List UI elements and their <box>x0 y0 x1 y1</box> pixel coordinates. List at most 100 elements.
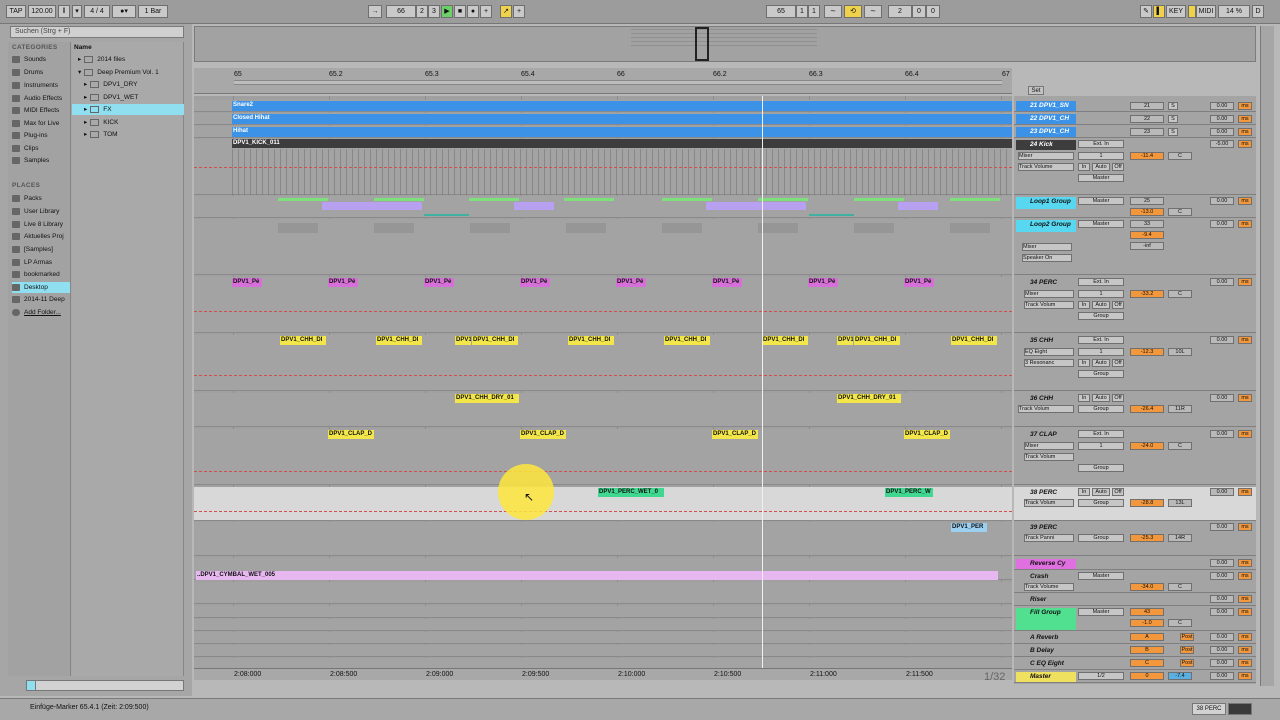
track-lane-37-clap[interactable]: DPV1_CLAP_D DPV1_CLAP_D DPV1_CLAP_D DPV1… <box>194 429 1012 485</box>
parameter-chooser[interactable]: Track Volume <box>1018 163 1074 171</box>
loop-brace[interactable] <box>234 80 1002 85</box>
arrangement-position-sixteenth[interactable]: 3 <box>428 5 440 18</box>
track-lane-riser[interactable] <box>194 606 1012 618</box>
track-header-39-perc[interactable]: 39 PERC Track Panni Group -25.3 14R 0.00… <box>1014 522 1256 556</box>
place-live-library[interactable]: Live 8 Library <box>12 219 63 230</box>
volume-field[interactable]: -24.0 <box>1130 442 1164 450</box>
master-track[interactable]: Master 1/2 0 -7.4 0.00 ms <box>1014 671 1256 683</box>
ms-button[interactable]: ms <box>1238 102 1252 110</box>
file-item[interactable]: ▸ 2014 files <box>78 54 184 65</box>
punch-in-icon[interactable]: ∼ <box>824 5 842 18</box>
solo-button[interactable]: S <box>1168 102 1178 110</box>
category-samples[interactable]: Samples <box>12 155 49 166</box>
track-header-loop1[interactable]: Loop1 Group Master 25 -13.0 C 0.00 ms <box>1014 196 1256 218</box>
file-item[interactable]: ▸ TOM <box>84 129 190 140</box>
loop-length-sixteenth[interactable]: 0 <box>926 5 940 18</box>
midi-clip[interactable]: Hihat <box>232 127 1012 137</box>
ms-button[interactable]: ms <box>1238 278 1252 286</box>
send-field[interactable]: 0.00 <box>1210 488 1234 496</box>
file-item[interactable]: ▾ Deep Premium Vol. 1 <box>78 67 184 78</box>
parameter-chooser[interactable]: Track Volum <box>1024 453 1074 461</box>
monitor-off-button[interactable]: Off <box>1112 394 1124 402</box>
volume-field[interactable]: -11.4 <box>1130 152 1164 160</box>
track-header[interactable]: 23 DPV1_CH 23 S 0.00 ms <box>1014 126 1256 138</box>
track-header[interactable]: 21 DPV1_SN 21 S 0.00 ms <box>1014 100 1256 112</box>
audio-clip[interactable]: DPV1_Pé <box>232 278 262 287</box>
send-field[interactable]: 0.00 <box>1210 102 1234 110</box>
ms-button[interactable]: ms <box>1238 633 1252 641</box>
audio-clip[interactable]: DPV1_CHH_DI <box>762 336 808 345</box>
volume-field[interactable]: 0 <box>1130 672 1164 680</box>
track-name[interactable]: 23 DPV1_CH <box>1016 127 1076 137</box>
monitor-auto-button[interactable]: Auto <box>1092 488 1110 496</box>
volume-field[interactable]: -26.4 <box>1130 405 1164 413</box>
post-button[interactable]: Post <box>1180 646 1194 654</box>
time-ruler[interactable]: 2:08:000 2:08:500 2:09:000 2:09:500 2:10… <box>194 668 1012 680</box>
audio-clip[interactable]: DPV1_PER <box>951 523 987 532</box>
file-item[interactable]: ▸ KICK <box>84 117 190 128</box>
track-name[interactable]: Riser <box>1016 595 1076 605</box>
pan-field[interactable]: C <box>1168 208 1192 216</box>
track-name[interactable]: 21 DPV1_SN <box>1016 101 1076 111</box>
parameter-chooser[interactable]: Track Volum <box>1024 301 1074 309</box>
audio-clip[interactable]: DPV1_CHH_DI <box>376 336 422 345</box>
track-name[interactable]: Fill Group <box>1016 608 1076 630</box>
audio-clip[interactable]: DPV1_CHH_DI <box>280 336 326 345</box>
send-field[interactable]: 0.00 <box>1210 115 1234 123</box>
return-lane-a[interactable] <box>194 632 1012 644</box>
send-field[interactable]: 0.00 <box>1210 572 1234 580</box>
ms-button[interactable]: ms <box>1238 659 1252 667</box>
cue-ratio-chooser[interactable]: 1/2 <box>1078 672 1124 680</box>
arrangement-view[interactable]: Snare2 Closed Hihat Hihat DPV1_KICK_011 … <box>194 96 1012 680</box>
solo-button[interactable]: S <box>1168 128 1178 136</box>
volume-field[interactable]: -13.0 <box>1130 208 1164 216</box>
track-header-kick[interactable]: 24 Kick Mixer Track Volume Ext. In 1 In … <box>1014 139 1256 195</box>
audio-clip[interactable]: DPV1_CHH_DI <box>854 336 900 345</box>
track-lane[interactable]: Closed Hihat <box>194 113 1012 125</box>
audio-clip[interactable]: DPV1_CLAP_D <box>712 430 758 439</box>
send-field[interactable]: 0.00 <box>1210 595 1234 603</box>
track-lane-loop2[interactable] <box>194 219 1012 275</box>
audio-clip[interactable]: DPV1_CLAP_D <box>904 430 950 439</box>
send-field[interactable]: 0.00 <box>1210 523 1234 531</box>
monitor-auto-button[interactable]: Auto <box>1092 359 1110 367</box>
play-icon[interactable]: ▶ <box>441 5 453 18</box>
parameter-chooser[interactable]: Track Panni <box>1024 534 1074 542</box>
track-name[interactable]: Reverse Cy <box>1016 559 1076 569</box>
ms-button[interactable]: ms <box>1238 394 1252 402</box>
send-field[interactable]: 0.00 <box>1210 278 1234 286</box>
input-channel-chooser[interactable]: 1 <box>1078 290 1124 298</box>
automation-arm-icon[interactable]: ↗ <box>500 5 512 18</box>
metronome-icon[interactable]: ●▾ <box>112 5 136 18</box>
send-field[interactable]: 0.00 <box>1210 336 1234 344</box>
track-header-loop2[interactable]: Loop2 Group Mixer Speaker On Master 33 -… <box>1014 219 1256 275</box>
output-chooser[interactable]: Master <box>1078 174 1124 182</box>
place-deep-folder[interactable]: 2014-11 Deep <box>12 294 65 305</box>
track-name[interactable]: Master <box>1016 672 1076 682</box>
audio-clip[interactable]: DPV1_Pé <box>808 278 838 287</box>
draw-mode-icon[interactable]: ✎ <box>1140 5 1152 18</box>
audio-clip[interactable]: DPV1_CHH_DI <box>951 336 997 345</box>
monitor-off-button[interactable]: Off <box>1112 488 1124 496</box>
place-user-library[interactable]: User Library <box>12 206 59 217</box>
ms-button[interactable]: ms <box>1238 646 1252 654</box>
parameter-chooser[interactable]: Track Volum <box>1024 499 1074 507</box>
input-channel-chooser[interactable]: 1 <box>1078 152 1124 160</box>
loop-length-beat[interactable]: 0 <box>912 5 926 18</box>
tempo-field[interactable]: 120.00 <box>28 5 56 18</box>
ms-button[interactable]: ms <box>1238 488 1252 496</box>
monitor-in-button[interactable]: In <box>1078 301 1090 309</box>
send-field[interactable]: 0.00 <box>1210 128 1234 136</box>
return-track-b[interactable]: B Delay B Post 0.00 ms <box>1014 645 1256 657</box>
place-current-project[interactable]: Aktuelles Proj <box>12 231 64 242</box>
track-lane-34-perc[interactable]: DPV1_Pé DPV1_Pé DPV1_Pé DPV1_Pé DPV1_Pé … <box>194 277 1012 333</box>
send-field[interactable]: 0.00 <box>1210 659 1234 667</box>
category-instruments[interactable]: Instruments <box>12 80 58 91</box>
monitor-auto-button[interactable]: Auto <box>1092 394 1110 402</box>
monitor-off-button[interactable]: Off <box>1112 359 1124 367</box>
punch-out-icon[interactable]: ∼ <box>864 5 882 18</box>
track-name[interactable]: Loop2 Group <box>1016 220 1076 232</box>
category-plug-ins[interactable]: Plug-ins <box>12 130 47 141</box>
output-chooser[interactable]: Group <box>1078 464 1124 472</box>
category-clips[interactable]: Clips <box>12 143 38 154</box>
